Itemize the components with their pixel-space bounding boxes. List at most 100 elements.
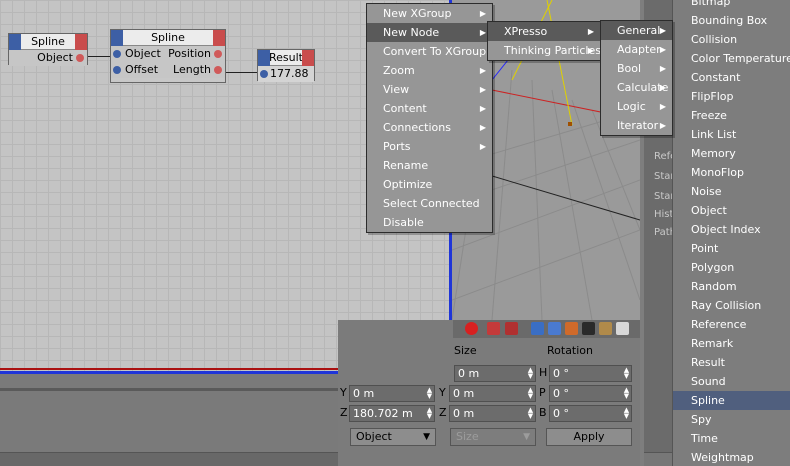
context-menu-item-view[interactable]: View ▶: [367, 80, 492, 99]
position-z-field[interactable]: 180.702 m ▲ ▼: [349, 405, 435, 422]
record-icon[interactable]: [465, 322, 478, 335]
size-mode-dropdown[interactable]: Size ▼: [450, 428, 536, 446]
spinner-icon[interactable]: ▲ ▼: [426, 407, 433, 420]
node-list-item-object[interactable]: Object: [673, 201, 790, 220]
list-scrollbar[interactable]: [644, 452, 672, 466]
node-list-item-reference[interactable]: Reference: [673, 315, 790, 334]
node-list-item-remark[interactable]: Remark: [673, 334, 790, 353]
node-list-item-polygon[interactable]: Polygon: [673, 258, 790, 277]
context-menu-item-select-connected[interactable]: Select Connected: [367, 194, 492, 213]
node-list-item-bitmap[interactable]: Bitmap: [673, 0, 790, 11]
node-list-item-object-index[interactable]: Object Index: [673, 220, 790, 239]
input-port-dot[interactable]: [113, 66, 121, 74]
new-node-item-thinking-particles[interactable]: Thinking Particles ▶: [488, 41, 601, 60]
context-menu-item-ports[interactable]: Ports ▶: [367, 137, 492, 156]
xpresso-item-calculate[interactable]: Calculate ▶: [601, 78, 672, 97]
autokey-icon[interactable]: [505, 322, 518, 335]
size-x-field[interactable]: 0 m ▲ ▼: [454, 365, 536, 382]
node-header[interactable]: Result: [258, 50, 314, 66]
submenu-arrow-icon: ▶: [479, 66, 486, 75]
node-header[interactable]: Spline: [9, 34, 87, 50]
xpresso-item-general[interactable]: General ▶: [601, 21, 672, 40]
xpresso-item-iterator[interactable]: Iterator ▶: [601, 116, 672, 135]
spinner-icon[interactable]: ▲ ▼: [426, 387, 433, 400]
node-list-item-bounding-box[interactable]: Bounding Box: [673, 11, 790, 30]
spinner-icon[interactable]: ▲ ▼: [527, 367, 534, 380]
node-list-item-weightmap[interactable]: Weightmap: [673, 448, 790, 466]
xpresso-item-logic[interactable]: Logic ▶: [601, 97, 672, 116]
node-list-item-random[interactable]: Random: [673, 277, 790, 296]
coordinate-mode-dropdown[interactable]: Object ▼: [350, 428, 436, 446]
output-port-dot[interactable]: [76, 54, 84, 62]
context-menu-item-rename[interactable]: Rename: [367, 156, 492, 175]
keyframe-icon[interactable]: [487, 322, 500, 335]
node-list-item-color-temperature[interactable]: Color Temperature: [673, 49, 790, 68]
size-z-field[interactable]: 0 m ▲ ▼: [449, 405, 536, 422]
context-menu-item-new-node[interactable]: New Node ▶: [367, 23, 492, 42]
node-list-item-collision[interactable]: Collision: [673, 30, 790, 49]
submenu-arrow-icon: ▶: [587, 46, 594, 55]
rotation-b-field[interactable]: 0 ° ▲ ▼: [549, 405, 632, 422]
xpresso-item-bool[interactable]: Bool ▶: [601, 59, 672, 78]
node-list-item-freeze[interactable]: Freeze: [673, 106, 790, 125]
xpresso-item-adapter[interactable]: Adapter ▶: [601, 40, 672, 59]
rotation-h-field[interactable]: 0 ° ▲ ▼: [549, 365, 632, 382]
input-port-strip[interactable]: [111, 30, 123, 46]
node-list-item-time[interactable]: Time: [673, 429, 790, 448]
node-list-item-spline[interactable]: Spline: [673, 391, 790, 410]
output-port-dot[interactable]: [214, 50, 222, 58]
context-menu-item-disable[interactable]: Disable: [367, 213, 492, 232]
document-icon[interactable]: [616, 322, 629, 335]
node-list-item-result[interactable]: Result: [673, 353, 790, 372]
rotate-icon[interactable]: [565, 322, 578, 335]
spinner-icon[interactable]: ▲ ▼: [527, 387, 534, 400]
context-menu-item-convert-to-xgroup[interactable]: Convert To XGroup: [367, 42, 492, 61]
node-spline[interactable]: Spline Object Position Offset Length: [110, 29, 226, 83]
node-header[interactable]: Spline: [111, 30, 225, 46]
context-menu-item-optimize[interactable]: Optimize: [367, 175, 492, 194]
submenu-arrow-icon: ▶: [479, 9, 486, 18]
node-list-item-noise[interactable]: Noise: [673, 182, 790, 201]
port-label: Object: [37, 51, 73, 64]
node-list-item-spy[interactable]: Spy: [673, 410, 790, 429]
context-menu-item-new-xgroup[interactable]: New XGroup ▶: [367, 4, 492, 23]
dropdown-value: Size: [456, 430, 479, 443]
node-list-item-point[interactable]: Point: [673, 239, 790, 258]
node-list-item-link-list[interactable]: Link List: [673, 125, 790, 144]
input-port-dot[interactable]: [113, 50, 121, 58]
output-port-strip[interactable]: [75, 34, 87, 50]
node-list-item-constant[interactable]: Constant: [673, 68, 790, 87]
node-list-item-monoflop[interactable]: MonoFlop: [673, 163, 790, 182]
spinner-icon[interactable]: ▲ ▼: [623, 387, 630, 400]
input-port-strip[interactable]: [258, 50, 270, 66]
param-icon[interactable]: [582, 322, 595, 335]
node-list-item-sound[interactable]: Sound: [673, 372, 790, 391]
spinner-icon[interactable]: ▲ ▼: [623, 407, 630, 420]
node-result[interactable]: Result 177.88: [257, 49, 315, 82]
scale-icon[interactable]: [548, 322, 561, 335]
context-menu-item-zoom[interactable]: Zoom ▶: [367, 61, 492, 80]
context-menu-item-content[interactable]: Content ▶: [367, 99, 492, 118]
position-y-field[interactable]: 0 m ▲ ▼: [349, 385, 435, 402]
node-list-item-flipflop[interactable]: FlipFlop: [673, 87, 790, 106]
node-spline-object[interactable]: Spline Object: [8, 33, 88, 66]
menu-item-label: Content: [383, 102, 427, 115]
spinner-icon[interactable]: ▲ ▼: [623, 367, 630, 380]
move-icon[interactable]: [531, 322, 544, 335]
output-port-dot[interactable]: [214, 66, 222, 74]
spinner-icon[interactable]: ▲ ▼: [527, 407, 534, 420]
input-port-strip[interactable]: [9, 34, 21, 50]
menu-item-label: Ports: [383, 140, 411, 153]
context-menu-item-connections[interactable]: Connections ▶: [367, 118, 492, 137]
new-node-item-xpresso[interactable]: XPresso ▶: [488, 22, 600, 41]
size-y-field[interactable]: 0 m ▲ ▼: [449, 385, 536, 402]
input-port-dot[interactable]: [260, 70, 268, 78]
node-list-item-ray-collision[interactable]: Ray Collision: [673, 296, 790, 315]
apply-button[interactable]: Apply: [546, 428, 632, 446]
grid-icon[interactable]: [599, 322, 612, 335]
output-port-strip[interactable]: [213, 30, 225, 46]
submenu-arrow-icon: ▶: [479, 123, 486, 132]
output-port-strip[interactable]: [302, 50, 314, 66]
rotation-p-field[interactable]: 0 ° ▲ ▼: [549, 385, 632, 402]
node-list-item-memory[interactable]: Memory: [673, 144, 790, 163]
